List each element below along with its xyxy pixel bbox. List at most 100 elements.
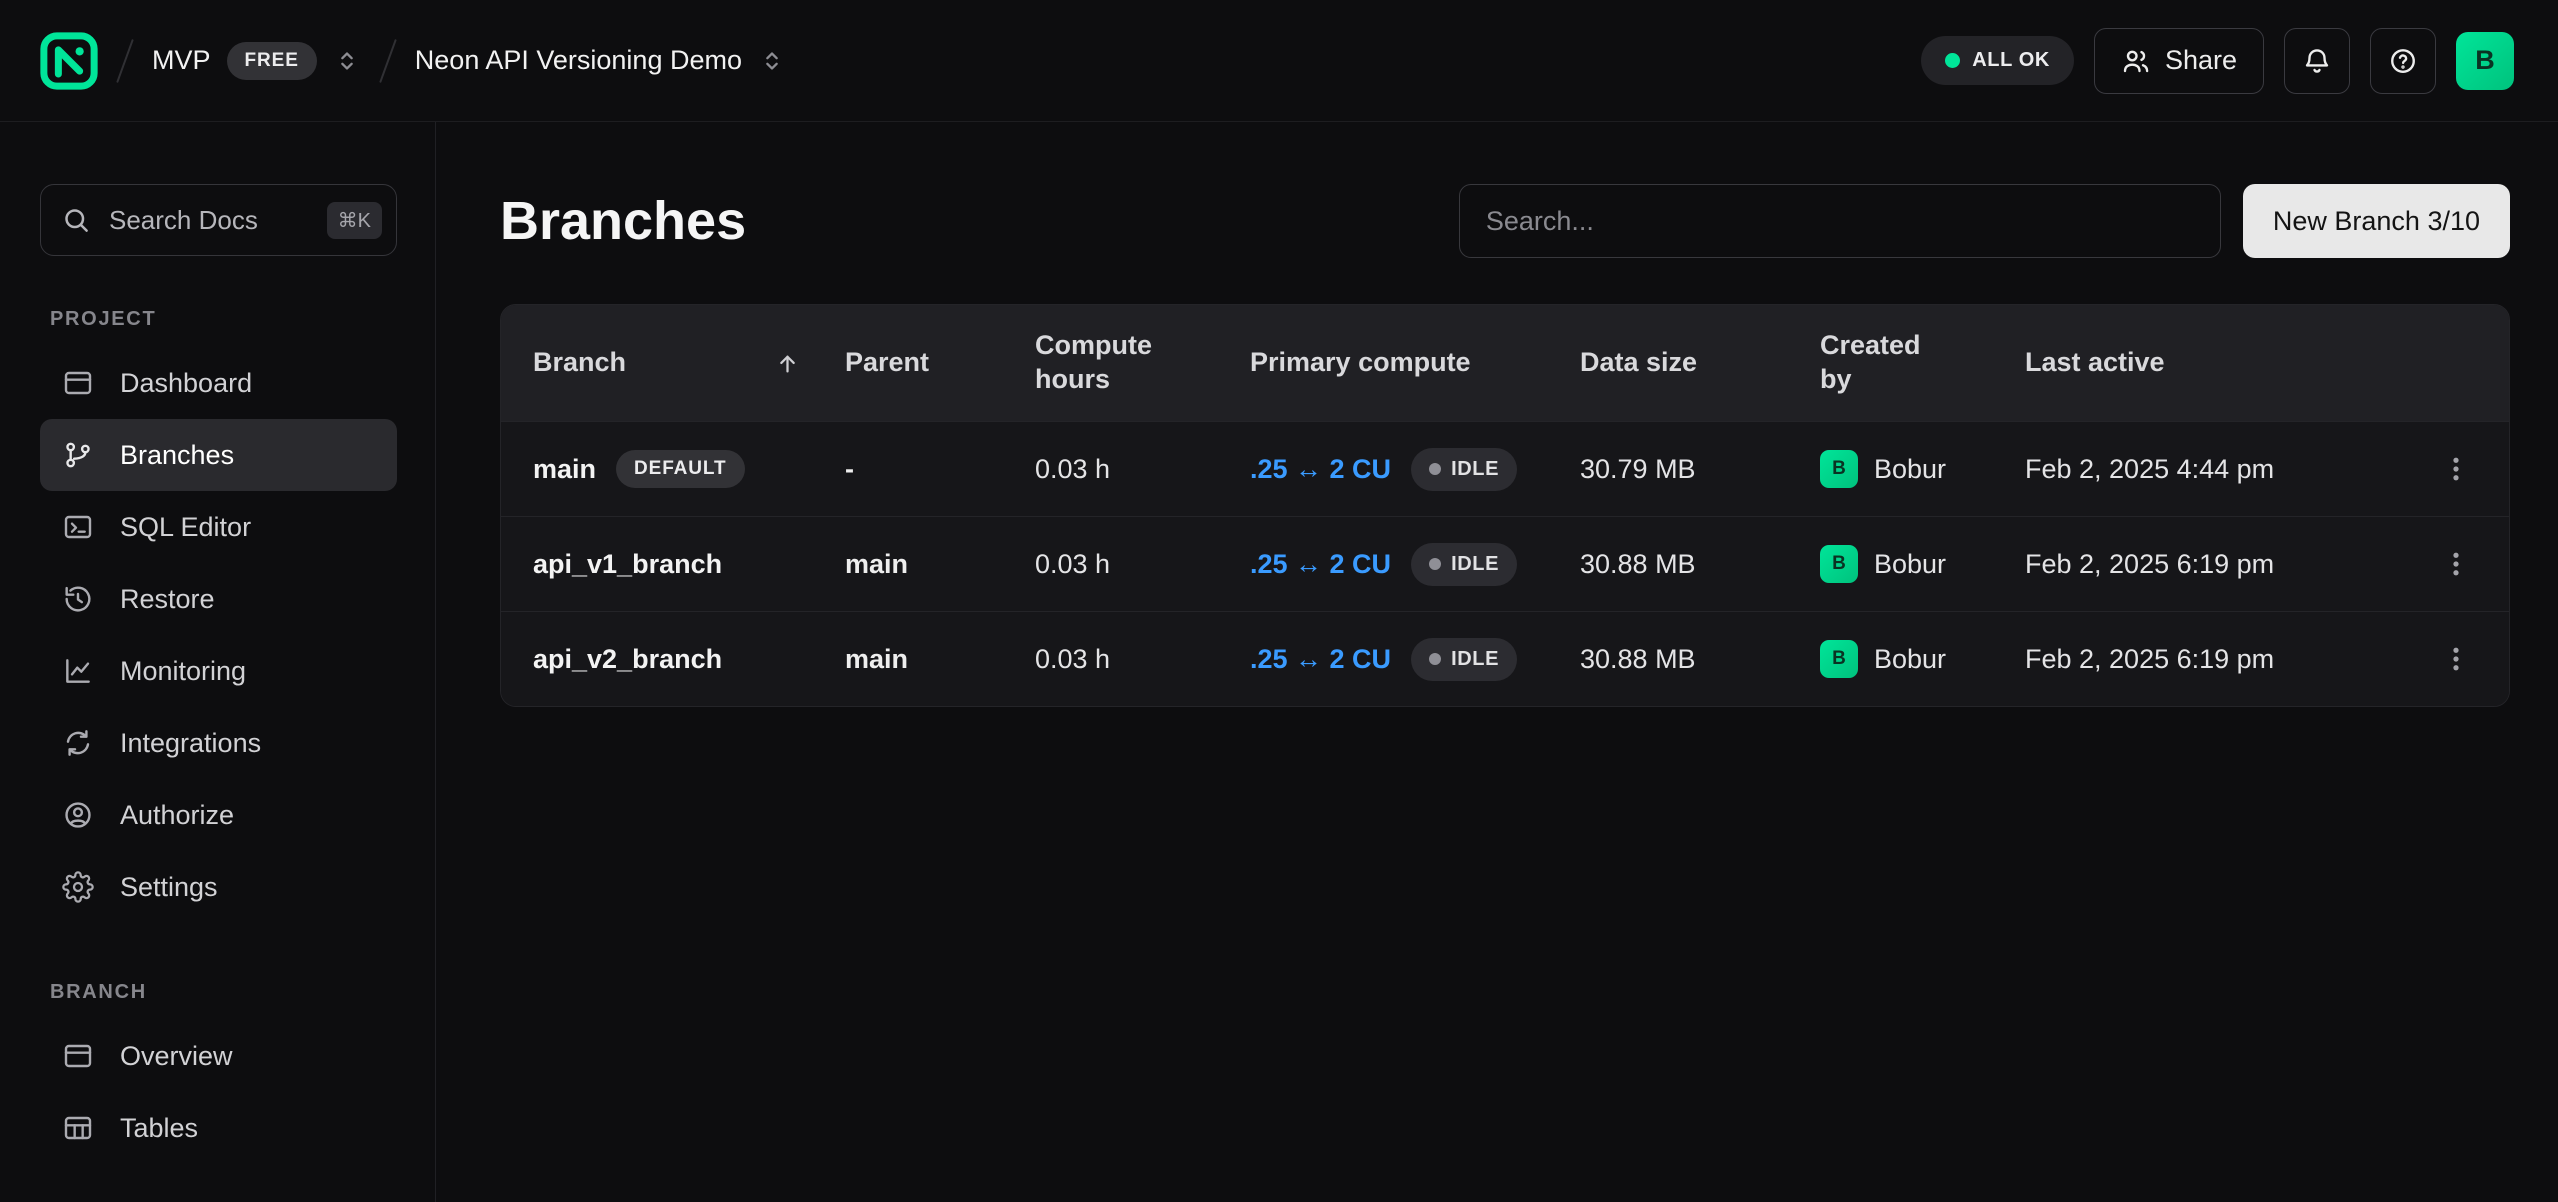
table-header-row: Branch Parent Compute hours Primary comp…	[501, 305, 2509, 421]
sidebar-item-branches[interactable]: Branches	[40, 419, 397, 491]
branch-search-input[interactable]	[1459, 184, 2221, 258]
more-vertical-icon	[2441, 454, 2471, 484]
compute-hours: 0.03 h	[1035, 454, 1250, 485]
row-menu-button[interactable]	[2435, 448, 2477, 490]
search-docs-input[interactable]: Search Docs ⌘K	[40, 184, 397, 256]
sidebar-item-authorize[interactable]: Authorize	[40, 779, 397, 851]
share-button[interactable]: Share	[2094, 28, 2264, 94]
integrations-icon	[62, 727, 94, 759]
project-selector[interactable]: MVP FREE	[152, 42, 361, 80]
compute-status-label: IDLE	[1451, 458, 1499, 481]
sidebar: Search Docs ⌘K PROJECT Dashboard Branche…	[0, 122, 436, 1202]
tables-icon	[62, 1112, 94, 1144]
people-icon	[2121, 46, 2151, 76]
table-row[interactable]: main DEFAULT - 0.03 h .25 ↔ 2 CU IDLE 30…	[501, 421, 2509, 516]
plan-badge: FREE	[227, 42, 317, 80]
creator-name: Bobur	[1874, 549, 1946, 580]
share-label: Share	[2165, 45, 2237, 76]
sidebar-item-label: Dashboard	[120, 368, 252, 399]
bell-icon	[2302, 46, 2332, 76]
creator-name: Bobur	[1874, 454, 1946, 485]
data-size: 30.88 MB	[1580, 644, 1820, 675]
sidebar-item-tables[interactable]: Tables	[40, 1092, 397, 1164]
column-header-created-by[interactable]: Created by	[1820, 329, 2025, 397]
creator-avatar: B	[1820, 450, 1858, 488]
primary-compute-link[interactable]: .25 ↔ 2 CU	[1250, 454, 1391, 485]
branch-name[interactable]: api_v1_branch	[533, 549, 722, 580]
sidebar-item-dashboard[interactable]: Dashboard	[40, 347, 397, 419]
branch-name[interactable]: main	[533, 454, 596, 485]
sidebar-item-settings[interactable]: Settings	[40, 851, 397, 923]
settings-icon	[62, 871, 94, 903]
table-row[interactable]: api_v2_branch main 0.03 h .25 ↔ 2 CU IDL…	[501, 611, 2509, 706]
creator-avatar: B	[1820, 640, 1858, 678]
column-header-compute-hours[interactable]: Compute hours	[1035, 329, 1250, 397]
compute-status-badge: IDLE	[1411, 543, 1517, 586]
dashboard-icon	[62, 367, 94, 399]
column-header-data-size[interactable]: Data size	[1580, 346, 1820, 380]
column-header-branch[interactable]: Branch	[533, 346, 845, 380]
page-header: Branches New Branch 3/10	[500, 184, 2510, 258]
parent-branch: main	[845, 549, 1035, 580]
status-label: ALL OK	[1972, 49, 2050, 72]
status-badge[interactable]: ALL OK	[1921, 36, 2074, 85]
sidebar-item-restore[interactable]: Restore	[40, 563, 397, 635]
sidebar-item-label: Integrations	[120, 728, 261, 759]
idle-dot-icon	[1429, 653, 1441, 665]
column-header-parent[interactable]: Parent	[845, 346, 1035, 380]
sidebar-item-sql-editor[interactable]: SQL Editor	[40, 491, 397, 563]
branch-selector[interactable]: Neon API Versioning Demo	[415, 45, 786, 76]
idle-dot-icon	[1429, 558, 1441, 570]
app-shell: Search Docs ⌘K PROJECT Dashboard Branche…	[0, 122, 2558, 1202]
sort-ascending-icon	[774, 350, 801, 377]
row-menu-button[interactable]	[2435, 638, 2477, 680]
table-row[interactable]: api_v1_branch main 0.03 h .25 ↔ 2 CU IDL…	[501, 516, 2509, 611]
primary-compute-link[interactable]: .25 ↔ 2 CU	[1250, 549, 1391, 580]
user-avatar[interactable]: B	[2456, 32, 2514, 90]
more-vertical-icon	[2441, 549, 2471, 579]
main-content: Branches New Branch 3/10 Branch Parent C…	[436, 122, 2558, 1202]
monitoring-icon	[62, 655, 94, 687]
compute-status-badge: IDLE	[1411, 448, 1517, 491]
primary-compute-link[interactable]: .25 ↔ 2 CU	[1250, 644, 1391, 675]
branches-icon	[62, 439, 94, 471]
idle-dot-icon	[1429, 463, 1441, 475]
page-actions: New Branch 3/10	[1459, 184, 2510, 258]
last-active: Feb 2, 2025 4:44 pm	[2025, 454, 2421, 485]
section-label-branch: BRANCH	[50, 981, 397, 1004]
column-header-primary-compute[interactable]: Primary compute	[1250, 346, 1580, 380]
sidebar-item-monitoring[interactable]: Monitoring	[40, 635, 397, 707]
neon-logo[interactable]	[40, 32, 98, 90]
neon-logo-icon	[40, 32, 98, 90]
status-ok-dot-icon	[1945, 53, 1960, 68]
sidebar-item-integrations[interactable]: Integrations	[40, 707, 397, 779]
restore-icon	[62, 583, 94, 615]
overview-icon	[62, 1040, 94, 1072]
sidebar-item-label: Authorize	[120, 800, 234, 831]
breadcrumb-page-name: Neon API Versioning Demo	[415, 45, 742, 76]
header-actions: ALL OK Share B	[1921, 28, 2514, 94]
branch-name[interactable]: api_v2_branch	[533, 644, 722, 675]
creator-avatar: B	[1820, 545, 1858, 583]
question-icon	[2388, 46, 2418, 76]
new-branch-button[interactable]: New Branch 3/10	[2243, 184, 2510, 258]
column-header-last-active[interactable]: Last active	[2025, 346, 2421, 380]
branches-table: Branch Parent Compute hours Primary comp…	[500, 304, 2510, 707]
project-name: MVP	[152, 45, 211, 76]
sql-editor-icon	[62, 511, 94, 543]
column-label: Created by	[1820, 329, 1940, 397]
sidebar-item-label: Settings	[120, 872, 218, 903]
search-icon	[61, 205, 91, 235]
sidebar-item-label: Overview	[120, 1041, 233, 1072]
sidebar-item-label: Branches	[120, 440, 234, 471]
breadcrumb-separator	[379, 39, 397, 83]
help-button[interactable]	[2370, 28, 2436, 94]
sidebar-item-label: Tables	[120, 1113, 198, 1144]
row-menu-button[interactable]	[2435, 543, 2477, 585]
keyboard-shortcut-badge: ⌘K	[327, 202, 382, 239]
notifications-button[interactable]	[2284, 28, 2350, 94]
sidebar-item-overview[interactable]: Overview	[40, 1020, 397, 1092]
breadcrumb-separator	[116, 39, 134, 83]
section-label-project: PROJECT	[50, 308, 397, 331]
search-docs-label: Search Docs	[109, 205, 309, 236]
